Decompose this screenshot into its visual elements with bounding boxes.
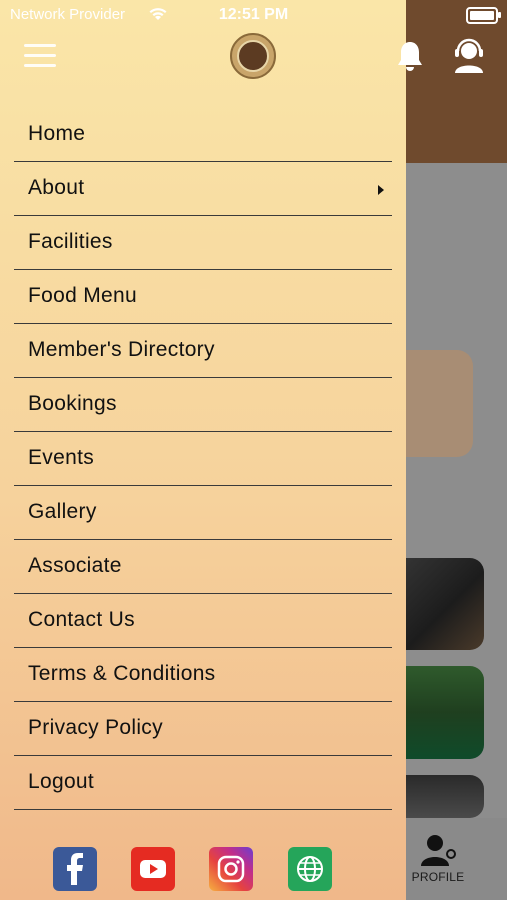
menu-item-home[interactable]: Home (14, 108, 392, 162)
menu-item-label: Member's Directory (28, 338, 215, 361)
globe-icon[interactable] (288, 847, 332, 891)
battery-icon (466, 7, 501, 24)
menu-item-label: Privacy Policy (28, 716, 163, 739)
menu-item-associate[interactable]: Associate (14, 540, 392, 594)
profile-icon (418, 832, 458, 870)
menu-item-label: Logout (28, 770, 95, 793)
profile-label: PROFILE (411, 870, 465, 884)
status-bar: Network Provider 12:51 PM (0, 0, 507, 30)
menu-item-label: Facilities (28, 230, 113, 253)
instagram-icon[interactable] (209, 847, 253, 891)
menu-item-contact-us[interactable]: Contact Us (14, 594, 392, 648)
youtube-icon[interactable] (131, 847, 175, 891)
menu-item-privacy-policy[interactable]: Privacy Policy (14, 702, 392, 756)
drawer-menu: Home About Facilities Food Menu Member's… (14, 108, 392, 810)
menu-item-label: About (28, 176, 85, 199)
menu-item-gallery[interactable]: Gallery (14, 486, 392, 540)
clock: 12:51 PM (218, 6, 289, 23)
profile-tab[interactable]: PROFILE (406, 832, 470, 884)
menu-item-bookings[interactable]: Bookings (14, 378, 392, 432)
menu-item-food-menu[interactable]: Food Menu (14, 270, 392, 324)
facebook-icon[interactable] (53, 847, 97, 891)
menu-item-facilities[interactable]: Facilities (14, 216, 392, 270)
menu-item-label: Food Menu (28, 284, 137, 307)
menu-item-logout[interactable]: Logout (14, 756, 392, 810)
menu-item-label: Associate (28, 554, 122, 577)
submenu-arrow-icon (378, 185, 384, 195)
menu-item-terms[interactable]: Terms & Conditions (14, 648, 392, 702)
menu-item-label: Events (28, 446, 94, 469)
menu-item-label: Gallery (28, 500, 97, 523)
menu-item-label: Bookings (28, 392, 117, 415)
menu-item-events[interactable]: Events (14, 432, 392, 486)
menu-item-about[interactable]: About (14, 162, 392, 216)
menu-item-label: Contact Us (28, 608, 135, 631)
hamburger-menu-icon[interactable] (24, 44, 56, 74)
club-logo (230, 33, 276, 79)
navigation-drawer: Home About Facilities Food Menu Member's… (0, 0, 406, 900)
menu-item-members-directory[interactable]: Member's Directory (14, 324, 392, 378)
notification-bell-icon[interactable] (396, 40, 424, 77)
menu-item-label: Terms & Conditions (28, 662, 216, 685)
menu-item-label: Home (28, 122, 86, 145)
support-headset-icon[interactable] (452, 38, 486, 79)
